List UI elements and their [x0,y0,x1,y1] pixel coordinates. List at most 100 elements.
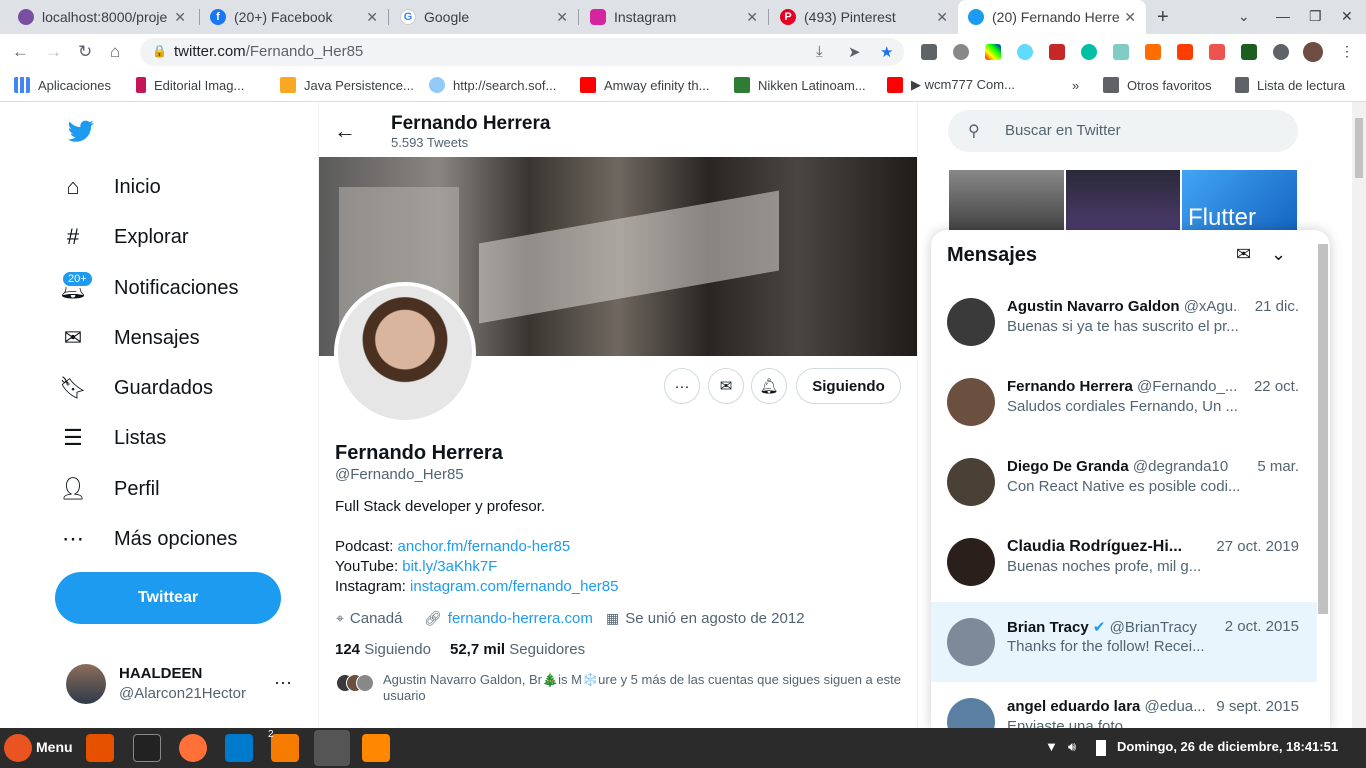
close-tab-icon[interactable]: ✕ [556,9,568,26]
extension-icon[interactable] [953,44,969,60]
close-tab-icon[interactable]: ✕ [174,9,186,26]
chrome-icon[interactable] [314,730,350,766]
bookmark-wcm777[interactable]: ▶ wcm777 Com... [887,76,1015,94]
tab-facebook[interactable]: f (20+) Facebook ✕ [200,0,388,34]
bookmark-reading-list[interactable]: Lista de lectura [1235,76,1345,94]
terminal-icon[interactable] [133,734,161,762]
extension-icon[interactable] [1049,44,1065,60]
tab-instagram[interactable]: Instagram ✕ [580,0,768,34]
clock[interactable]: Domingo, 26 de diciembre, 18:41:51 [1117,739,1338,754]
twitter-logo-icon[interactable] [66,118,96,144]
tab-pinterest[interactable]: P (493) Pinterest ✕ [770,0,958,34]
more-options-button[interactable]: ··· [664,368,700,404]
volume-icon[interactable]: 🔊︎ [1068,739,1076,755]
following-stat[interactable]: 124 Siguiendo [335,641,431,658]
extension-icon[interactable] [1209,44,1225,60]
browser-menu-icon[interactable]: ⋮ [1340,43,1354,60]
tab-twitter[interactable]: (20) Fernando Herre ✕ [958,0,1146,34]
conversation-item[interactable]: Brian Tracy ✔ @BrianTracy 2 oct. 2015 Th… [931,602,1317,682]
start-menu-label[interactable]: Menu [36,739,73,755]
home-page-icon[interactable]: ⌂ [110,42,120,62]
tab-localhost[interactable]: localhost:8000/proje ✕ [8,0,196,34]
page-scrollbar[interactable] [1352,102,1366,728]
podcast-link[interactable]: anchor.fm/fernando-her85 [398,538,571,555]
battery-icon[interactable] [1096,740,1106,756]
bookmarks-overflow[interactable]: » [1072,76,1079,94]
nav-item-inicio[interactable]: ⌂ Inicio [60,165,160,209]
tweet-button[interactable]: Twittear [55,572,281,624]
conversation-item[interactable]: angel eduardo lara @edua... 9 sept. 2015… [931,682,1317,728]
conversation-item[interactable]: Fernando Herrera @Fernando_... 22 oct. S… [931,362,1317,442]
media-thumbnail[interactable] [949,170,1064,230]
wifi-icon[interactable]: ▼ [1045,739,1058,754]
back-icon[interactable]: ← [12,42,29,62]
account-switcher[interactable]: HAALDEEN @Alarcon21Hector ··· [66,660,306,710]
nav-item-mas-opciones[interactable]: ⋯ Más opciones [60,517,237,561]
close-tab-icon[interactable]: ✕ [1124,9,1136,26]
search-input[interactable]: Buscar en Twitter [1005,122,1121,139]
more-icon[interactable]: ··· [274,672,292,693]
new-tab-icon[interactable]: + [1157,6,1169,29]
bookmark-java[interactable]: Java Persistence... [280,76,414,94]
extension-icon[interactable] [985,44,1001,60]
bookmark-search[interactable]: http://search.sof... [429,76,556,94]
app-icon[interactable] [86,734,114,762]
extension-icon[interactable] [1241,44,1257,60]
puzzle-icon[interactable] [1273,44,1289,60]
close-tab-icon[interactable]: ✕ [936,9,948,26]
back-arrow-icon[interactable]: ← [334,118,356,144]
messages-scrollbar[interactable] [1318,244,1328,614]
extension-icon[interactable] [921,44,937,60]
instagram-link[interactable]: instagram.com/fernando_her85 [410,578,618,595]
firefox-icon[interactable] [179,734,207,762]
message-button[interactable]: ✉ [708,368,744,404]
close-tab-icon[interactable]: ✕ [746,9,758,26]
nav-item-mensajes[interactable]: ✉ Mensajes [60,316,200,360]
nav-item-perfil[interactable]: 👤︎ Perfil [59,467,160,511]
nav-item-listas[interactable]: ☰ Listas [60,416,166,460]
close-window-icon[interactable]: ✕ [1341,8,1353,25]
media-thumbnail[interactable] [1066,170,1180,230]
following-button[interactable]: Siguiendo [796,368,901,404]
bookmark-nikken[interactable]: Nikken Latinoam... [734,76,866,94]
bookmark-amway[interactable]: Amway efinity th... [580,76,709,94]
nav-item-guardados[interactable]: 🔖︎ Guardados [59,366,213,410]
bookmark-apps[interactable]: Aplicaciones [14,76,111,94]
extension-icon[interactable] [1177,44,1193,60]
profile-avatar[interactable] [1303,42,1323,62]
files-icon[interactable] [271,734,299,762]
send-icon[interactable]: ➤ [848,43,861,61]
forward-icon[interactable]: → [45,42,62,62]
install-icon[interactable]: ⤓ [816,43,823,60]
vscode-icon[interactable] [225,734,253,762]
followers-stat[interactable]: 52,7 mil Seguidores [450,641,585,658]
bookmark-editorial[interactable]: Editorial Imag... [136,76,244,94]
notify-button[interactable]: 🔔︎ [751,368,787,404]
bookmark-other-favorites[interactable]: Otros favoritos [1103,76,1212,94]
vlc-icon[interactable] [362,734,390,762]
website-link[interactable]: fernando-herrera.com [448,610,593,627]
reload-icon[interactable]: ↻ [78,42,92,62]
youtube-link[interactable]: bit.ly/3aKhk7F [402,558,497,575]
minimize-icon[interactable]: — [1276,8,1290,24]
tab-google[interactable]: G Google ✕ [390,0,578,34]
tab-search-icon[interactable]: ⌄ [1238,8,1250,25]
extension-icon[interactable] [1145,44,1161,60]
ubuntu-menu-icon[interactable] [4,734,32,762]
conversation-item[interactable]: Claudia Rodríguez-Hi... 27 oct. 2019 Bue… [931,522,1317,602]
address-bar[interactable]: 🔒 twitter.com/Fernando_Her85 ⤓ ➤ ★ [140,38,904,66]
extension-icon[interactable] [1081,44,1097,60]
close-tab-icon[interactable]: ✕ [366,9,378,26]
search-box[interactable]: ⚲ Buscar en Twitter [948,110,1298,152]
conversation-item[interactable]: Diego De Granda @degranda10 5 mar. Con R… [931,442,1317,522]
star-icon[interactable]: ★ [880,43,893,61]
new-message-icon[interactable]: ✉ [1236,244,1251,265]
conversation-item[interactable]: Agustin Navarro Galdon @xAgu... 21 dic. … [931,282,1317,362]
media-thumbnail[interactable]: Flutter [1182,170,1297,231]
collapse-icon[interactable]: ⌄ [1271,244,1286,265]
react-devtools-icon[interactable] [1017,44,1033,60]
extension-icon[interactable] [1113,44,1129,60]
profile-avatar[interactable] [334,282,476,424]
restore-icon[interactable]: ❐ [1309,8,1322,25]
nav-item-explorar[interactable]: # Explorar [60,215,189,259]
